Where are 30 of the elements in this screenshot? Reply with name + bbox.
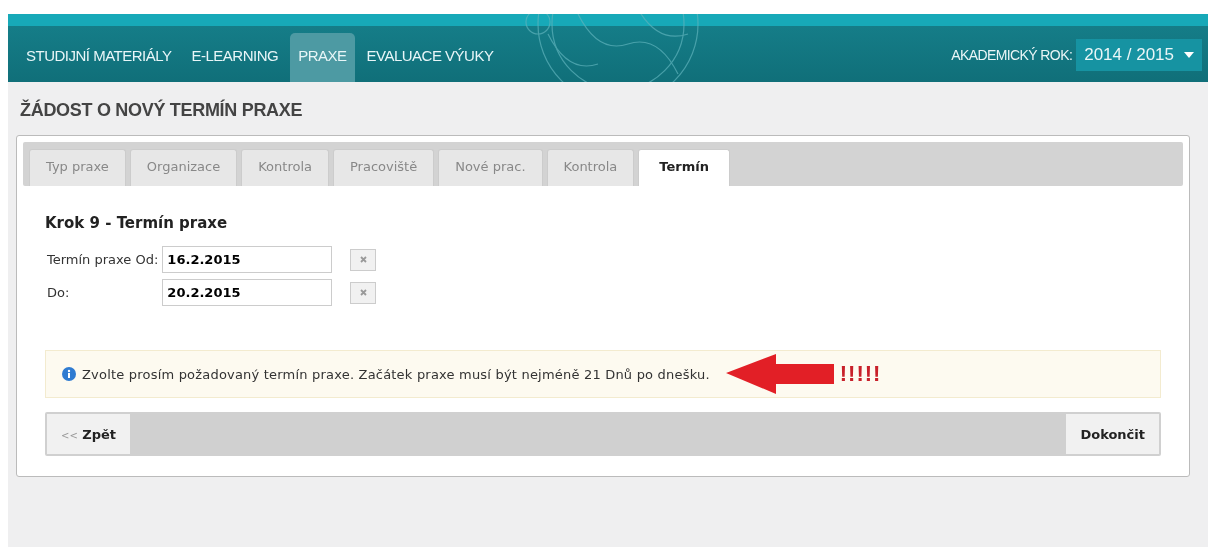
wizard-tab[interactable]: Kontrola <box>241 149 329 186</box>
close-icon <box>359 256 367 263</box>
notice-text: Zvolte prosím požadovaný termín praxe. Začátek praxe musí být nejméně 21 Dnů po dnešku. <box>82 366 710 382</box>
field-label: Do: <box>47 285 71 300</box>
date-field[interactable]: 20.2.2015 <box>162 279 333 306</box>
year-dropdown[interactable]: 2014 / 2015 <box>1076 39 1202 71</box>
date-field[interactable]: 16.2.2015 <box>162 246 333 273</box>
wizard-tab[interactable]: Typ praxe <box>29 149 126 186</box>
exclamation-marks: !!!!! <box>839 361 882 387</box>
field-label: Termín praxe Od: <box>47 252 159 267</box>
caret-icon <box>1184 52 1194 58</box>
nav-tab[interactable]: STUDIJNÍ MATERIÁLY <box>18 33 180 82</box>
info-icon <box>62 367 76 381</box>
wizard-tab[interactable]: Organizace <box>129 149 238 186</box>
clear-button[interactable] <box>350 248 377 271</box>
close-icon <box>359 289 367 296</box>
page-title: ŽÁDOST O NOVÝ TERMÍN PRAXE <box>19 98 304 122</box>
back-button[interactable]: << Zpět <box>47 414 131 454</box>
year-label: AKADEMICKÝ ROK: <box>951 47 1073 63</box>
wizard-tab[interactable]: Termín <box>638 149 730 186</box>
step-title: Krok 9 - Termín praxe <box>45 214 229 232</box>
wizard-tab[interactable]: Nové prac. <box>438 149 543 186</box>
nav-tab[interactable]: E-LEARNING <box>183 33 287 82</box>
nav-tab[interactable]: EVALUACE VÝUKY <box>358 33 502 82</box>
wizard-tab[interactable]: Pracoviště <box>333 149 435 186</box>
arrow-icon <box>725 352 834 396</box>
clear-button[interactable] <box>350 281 377 304</box>
wizard-tab[interactable]: Kontrola <box>546 149 635 186</box>
nav-tab[interactable]: PRAXE <box>290 33 355 82</box>
finish-button[interactable]: Dokončit <box>1066 414 1159 454</box>
